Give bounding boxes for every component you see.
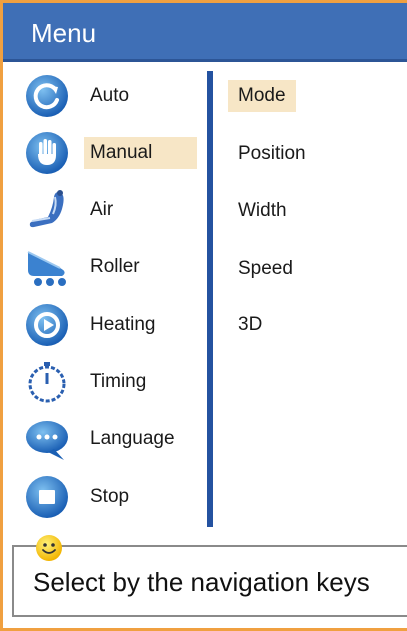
smiley-icon xyxy=(36,535,62,561)
hint-box: Select by the navigation keys xyxy=(12,545,407,617)
menu-label: Heating xyxy=(90,314,156,335)
stop-icon xyxy=(26,476,68,518)
hint-text: Select by the navigation keys xyxy=(33,567,370,597)
menu-label: Stop xyxy=(90,486,130,507)
menu-item-manual[interactable]: Manual xyxy=(24,127,204,179)
roller-icon xyxy=(27,251,68,288)
menu-divider xyxy=(207,71,213,527)
menu-item-air[interactable]: Air xyxy=(24,184,204,236)
menu-item-stop[interactable]: Stop xyxy=(24,471,204,523)
menu-label: Air xyxy=(90,199,114,220)
menu-item-roller[interactable]: Roller xyxy=(24,241,204,293)
menu-label: Auto xyxy=(90,85,130,106)
submenu-item-position[interactable]: Position xyxy=(228,138,316,170)
speech-bubble-icon xyxy=(26,421,68,460)
menu-item-language[interactable]: Language xyxy=(24,413,204,465)
page-title: Menu xyxy=(31,18,97,48)
header-bar: Menu xyxy=(3,3,407,62)
submenu-item-mode[interactable]: Mode xyxy=(228,80,296,112)
submenu-item-3d[interactable]: 3D xyxy=(228,309,272,341)
menu-label: Language xyxy=(90,428,175,449)
menu-item-timing[interactable]: Timing xyxy=(24,356,204,408)
hand-icon xyxy=(26,132,68,174)
menu-label: Timing xyxy=(90,371,147,392)
menu-label: Roller xyxy=(90,256,140,277)
submenu-item-speed[interactable]: Speed xyxy=(228,253,303,285)
menu-label: Manual xyxy=(84,137,197,169)
heating-icon xyxy=(26,304,68,346)
timer-icon xyxy=(28,362,66,403)
submenu-item-width[interactable]: Width xyxy=(228,195,297,227)
menu-item-auto[interactable]: Auto xyxy=(24,70,204,122)
air-massage-chair-icon xyxy=(29,190,64,228)
auto-icon xyxy=(26,75,68,117)
menu-item-heating[interactable]: Heating xyxy=(24,299,204,351)
